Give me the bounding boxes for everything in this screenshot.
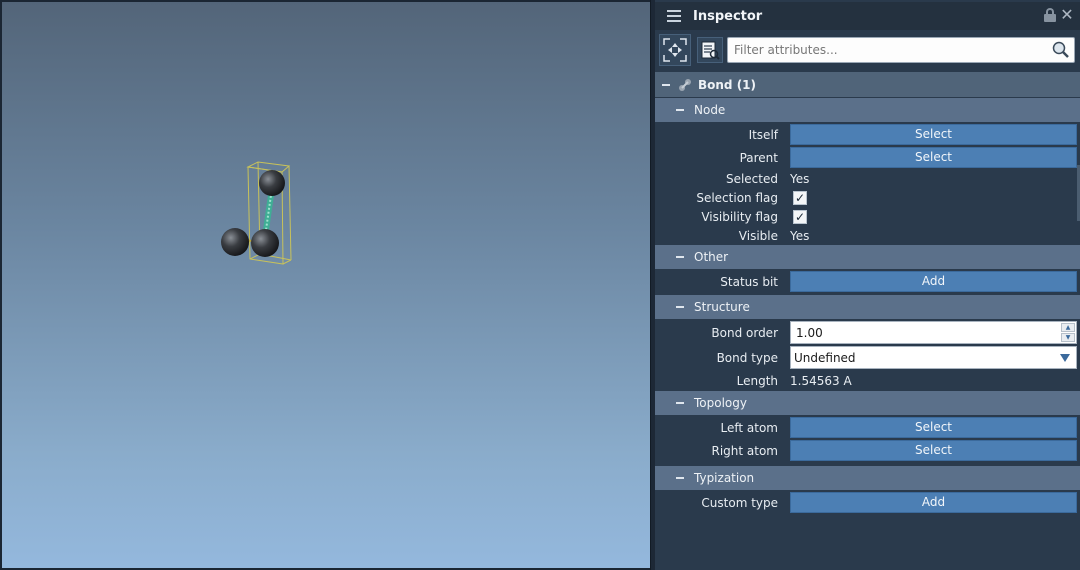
group-bond[interactable]: Bond (1) (655, 72, 1080, 98)
filter-attributes-field[interactable] (727, 37, 1075, 63)
inspector-title: Inspector (693, 8, 763, 24)
inspector-toolbar (655, 32, 1080, 68)
app-root: Inspector ✕ Filter attributes... Bond (1… (0, 0, 1080, 570)
visible-value: Yes (790, 228, 810, 243)
parent-select-button[interactable]: Select (790, 147, 1077, 168)
row-right-atom: Right atom Select (655, 439, 1080, 462)
row-parent: Parent Select (655, 146, 1080, 221)
left-atom-label: Left atom (720, 420, 778, 435)
selection-flag-checkbox[interactable]: ✓ (793, 190, 807, 205)
row-bond-order: Bond order 1.00 ▲ ▼ (655, 320, 1080, 345)
length-value: 1.54563 A (790, 373, 852, 388)
visibility-flag-checkbox[interactable]: ✓ (793, 209, 807, 224)
bond-icon (679, 78, 691, 91)
selected-label: Selected (725, 171, 778, 186)
row-visibility-flag: Visibility flag ✓ (655, 207, 1080, 226)
group-topology-label: Topology (694, 396, 747, 410)
hamburger-icon[interactable] (667, 10, 681, 22)
attribute-list: Bond (1) Node Itself Select Parent Selec… (655, 72, 1080, 514)
status-bit-label: Status bit (720, 274, 778, 289)
row-status-bit: Status bit Add (655, 270, 1080, 293)
selection-flag-label: Selection flag (696, 190, 778, 205)
itself-select-button[interactable]: Select (790, 124, 1077, 145)
chevron-down-icon[interactable] (1060, 354, 1070, 362)
row-left-atom: Left atom Select (655, 416, 1080, 439)
row-itself: Itself Select (655, 123, 1080, 146)
bond-order-label: Bond order (711, 325, 778, 340)
atom-left[interactable] (221, 228, 249, 256)
selected-value: Yes (790, 171, 810, 186)
bond-type-value: Undefined (794, 351, 856, 365)
filter-attributes-input[interactable] (728, 38, 1048, 62)
properties-button[interactable] (697, 37, 723, 63)
search-icon[interactable] (1052, 41, 1070, 59)
left-atom-select-button[interactable]: Select (790, 417, 1077, 438)
custom-type-label: Custom type (701, 495, 778, 510)
group-other-label: Other (694, 250, 729, 264)
row-custom-type: Custom type Add (655, 491, 1080, 514)
visibility-flag-label: Visibility flag (701, 209, 778, 224)
group-structure-label: Structure (694, 300, 750, 314)
row-visible: Visible Yes (655, 226, 1080, 245)
bond-type-label: Bond type (716, 350, 778, 365)
atom-top[interactable] (259, 170, 285, 196)
group-structure[interactable]: Structure (655, 295, 1080, 320)
collapse-icon[interactable] (676, 306, 684, 308)
group-topology[interactable]: Topology (655, 391, 1080, 416)
spin-up-icon[interactable]: ▲ (1061, 323, 1075, 332)
group-node[interactable]: Node (655, 98, 1080, 123)
status-bit-add-button[interactable]: Add (790, 271, 1077, 292)
row-selection-flag: Selection flag ✓ (655, 188, 1080, 207)
group-node-label: Node (694, 103, 726, 117)
right-atom-label: Right atom (711, 443, 778, 458)
row-length: Length 1.54563 A (655, 370, 1080, 391)
molecule-view[interactable] (2, 2, 650, 568)
collapse-icon[interactable] (662, 83, 670, 86)
group-typization-label: Typization (694, 471, 755, 485)
custom-type-add-button[interactable]: Add (790, 492, 1077, 513)
collapse-icon[interactable] (676, 477, 684, 479)
itself-label: Itself (748, 127, 778, 142)
length-label: Length (736, 373, 778, 388)
right-atom-select-button[interactable]: Select (790, 440, 1077, 461)
group-typization[interactable]: Typization (655, 466, 1080, 491)
atom-right[interactable] (251, 229, 279, 257)
select-all-button[interactable] (659, 34, 691, 66)
collapse-icon[interactable] (676, 256, 684, 258)
3d-viewport[interactable] (2, 2, 650, 568)
collapse-icon[interactable] (676, 109, 684, 111)
inspector-panel: Inspector ✕ Filter attributes... Bond (1… (655, 0, 1080, 570)
visible-label: Visible (738, 228, 778, 243)
spin-down-icon[interactable]: ▼ (1061, 333, 1075, 342)
collapse-icon[interactable] (676, 402, 684, 404)
bond-type-dropdown[interactable]: Undefined (790, 346, 1077, 369)
close-icon[interactable]: ✕ (1060, 7, 1074, 23)
row-bond-type: Bond type Undefined (655, 345, 1080, 370)
properties-icon (701, 41, 720, 60)
bond-order-value[interactable]: 1.00 (796, 326, 823, 340)
select-all-icon (663, 38, 687, 62)
group-bond-label: Bond (1) (698, 77, 757, 92)
row-selected: Selected Yes (655, 169, 1080, 188)
bond-order-spinbox[interactable]: 1.00 ▲ ▼ (790, 321, 1077, 344)
parent-label: Parent (739, 150, 778, 165)
group-other[interactable]: Other (655, 245, 1080, 270)
lock-icon[interactable] (1044, 8, 1056, 22)
inspector-titlebar: Inspector ✕ (655, 2, 1080, 30)
